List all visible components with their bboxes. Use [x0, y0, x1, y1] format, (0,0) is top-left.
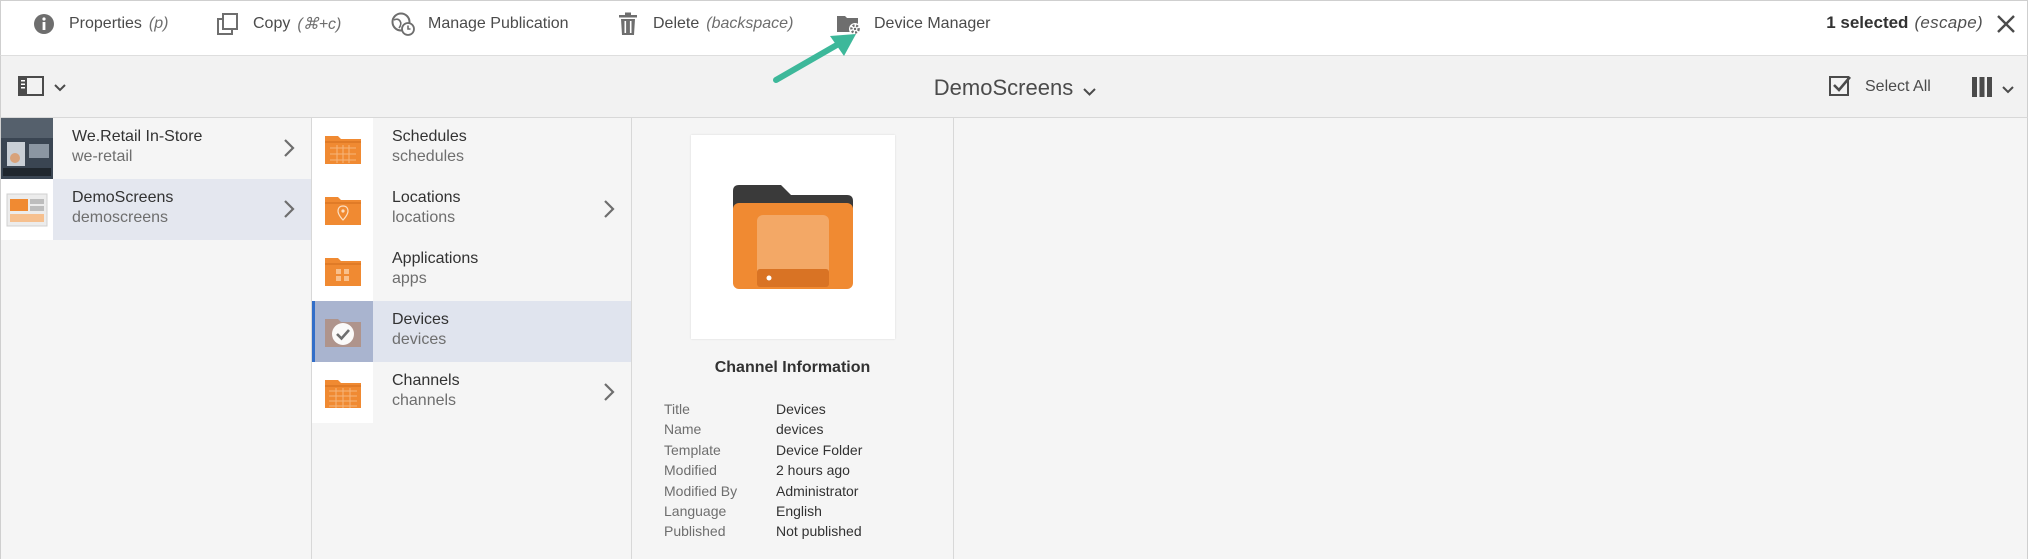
list-item-locations[interactable]: Locations locations: [312, 179, 631, 240]
folder-icon: [312, 240, 373, 301]
manage-publication-action[interactable]: Manage Publication: [390, 11, 569, 37]
list-item-name: schedules: [392, 148, 465, 165]
list-item-we-retail[interactable]: We.Retail In-Store we-retail: [1, 118, 311, 179]
meta-value: 2 hours ago: [776, 462, 850, 479]
meta-value: Device Folder: [776, 441, 863, 458]
we-retail-thumbnail: [1, 118, 53, 179]
copy-action[interactable]: Copy (⌘+c): [215, 11, 341, 37]
selected-check-icon: [312, 301, 373, 362]
meta-key: Modified By: [664, 482, 738, 499]
close-selection-icon[interactable]: [1995, 13, 2017, 35]
page-title[interactable]: DemoScreens: [1, 75, 2028, 102]
meta-key: Language: [664, 502, 727, 519]
delete-action[interactable]: Delete (backspace): [615, 11, 793, 37]
empty-column: [954, 118, 2028, 559]
checkbox-checked-icon: [1829, 74, 1851, 101]
list-item-title: Applications: [392, 250, 479, 267]
folder-icon: [312, 118, 373, 179]
folder-icon: [312, 179, 373, 240]
device-manager-label: Device Manager: [874, 15, 991, 32]
preview-thumbnail: [691, 135, 895, 339]
folder-icon: [312, 362, 373, 423]
selection-count: 1 selected (escape): [1826, 13, 1983, 33]
list-item-applications[interactable]: Applications apps: [312, 240, 631, 301]
title-bar: DemoScreens Select All: [0, 56, 2028, 118]
list-item-title: We.Retail In-Store: [72, 128, 203, 145]
chevron-right-icon: [603, 199, 615, 219]
meta-key: Title: [664, 401, 690, 417]
delete-label: Delete: [653, 15, 700, 32]
demoscreens-thumbnail: [1, 179, 53, 240]
globe-clock-icon: [390, 11, 416, 37]
properties-label: Properties: [69, 15, 142, 32]
list-item-name: locations: [392, 209, 456, 226]
copy-icon: [215, 11, 241, 37]
properties-shortcut: (p): [148, 15, 169, 32]
meta-value: devices: [776, 421, 824, 438]
meta-value: Not published: [776, 523, 862, 540]
trash-icon: [615, 11, 641, 37]
meta-key: Name: [664, 421, 702, 438]
preview-title: Channel Information: [714, 359, 871, 376]
manage-publication-label: Manage Publication: [428, 15, 569, 32]
select-all-label: Select All: [1865, 78, 1931, 95]
annotation-arrow: [773, 34, 856, 83]
chevron-right-icon: [283, 138, 295, 158]
meta-key: Template: [664, 441, 721, 458]
meta-value: Devices: [776, 401, 826, 417]
list-item-name: we-retail: [72, 148, 133, 165]
meta-value: Administrator: [776, 482, 859, 499]
list-item-title: Devices: [392, 311, 449, 328]
meta-key: Modified: [664, 462, 717, 479]
list-item-title: DemoScreens: [72, 189, 174, 206]
list-item-demoscreens[interactable]: DemoScreens demoscreens: [1, 179, 311, 240]
list-item-name: demoscreens: [72, 209, 169, 226]
large-folder-icon: [733, 185, 853, 289]
list-item-title: Locations: [392, 189, 461, 206]
preview-column: Channel Information Title Devices Name dev…: [632, 118, 954, 559]
page-title-text: DemoScreens: [933, 75, 1074, 100]
chevron-down-icon: [1083, 76, 1096, 102]
list-item-name: channels: [392, 392, 457, 409]
list-item-name: devices: [392, 331, 447, 348]
list-item-channels[interactable]: Channels channels: [312, 362, 631, 423]
chevron-right-icon: [283, 199, 295, 219]
folders-column: Schedules schedules Locations locations …: [312, 118, 632, 559]
chevron-right-icon: [603, 382, 615, 402]
selection-indicator: [312, 301, 315, 362]
list-item-name: apps: [392, 270, 427, 287]
meta-value: English: [776, 502, 822, 519]
copy-label: Copy: [253, 15, 291, 32]
chevron-down-icon: [2002, 81, 2014, 99]
list-item-title: Schedules: [392, 128, 467, 145]
info-icon: [31, 11, 57, 37]
list-item-devices[interactable]: Devices devices: [312, 301, 631, 362]
list-item-title: Channels: [392, 372, 460, 389]
selection-count-text: 1 selected: [1826, 13, 1909, 32]
select-all-button[interactable]: Select All: [1829, 74, 1931, 100]
action-bar: Properties (p) Copy (⌘+c) Manage Publica…: [0, 0, 2028, 56]
meta-key: Published: [664, 523, 726, 540]
view-switcher[interactable]: [1971, 76, 2014, 103]
selection-shortcut: (escape): [1914, 13, 1983, 32]
column-view-icon: [1971, 76, 1993, 103]
copy-shortcut: (⌘+c): [297, 16, 342, 33]
properties-action[interactable]: Properties (p): [31, 11, 168, 37]
projects-column: We.Retail In-Store we-retail DemoScreens…: [0, 118, 312, 559]
list-item-schedules[interactable]: Schedules schedules: [312, 118, 631, 179]
